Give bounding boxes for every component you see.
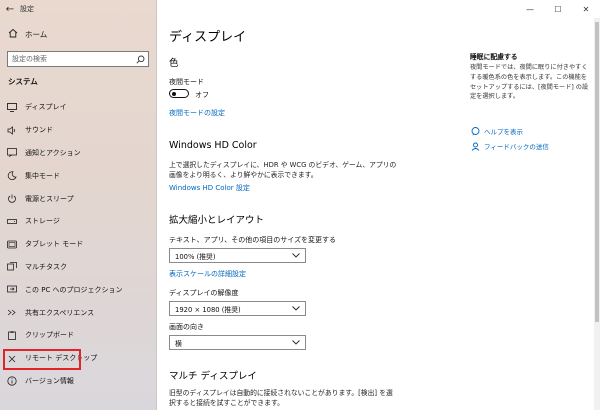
home-icon [6,28,20,41]
sidebar-item-label: クリップボード [25,331,74,340]
sidebar-item-label: マルチタスク [25,262,67,271]
moon-icon [6,171,18,181]
sidebar-item-label: リモート デスクトップ [25,354,98,363]
title-bar: ← 設定 [0,0,157,18]
scale-value: 100% (推奨) [175,252,216,261]
sidebar-item-power[interactable]: 電源とスリープ [0,187,157,210]
close-button[interactable]: ✕ [572,0,600,18]
minimize-button[interactable]: — [516,0,544,18]
color-heading: 色 [169,58,179,69]
night-light-label: 夜間モード [169,78,204,86]
window-controls: — ☐ ✕ [516,0,600,18]
speaker-icon [6,125,18,135]
maximize-icon: ☐ [554,4,562,14]
search-icon[interactable] [132,52,148,66]
projection-icon [6,285,18,294]
related-title: 睡眠に配慮する [470,53,518,61]
storage-icon [6,217,18,226]
window-title: 設定 [20,5,34,13]
sidebar-item-storage[interactable]: ストレージ [0,210,157,233]
search-box[interactable]: 設定の検索 [7,51,149,67]
sidebar-item-label: サウンド [25,126,53,135]
home-label: ホーム [25,29,48,39]
minimize-icon: — [526,4,534,14]
sidebar-item-remote-desktop[interactable]: リモート デスクトップ [0,347,157,370]
scale-heading: 拡大縮小とレイアウト [169,215,265,226]
night-light-state: オフ [195,91,209,99]
sidebar-item-label: バージョン情報 [25,376,74,385]
resolution-dropdown[interactable]: 1920 × 1080 (推奨) [169,301,306,316]
sidebar-item-label: タブレット モード [25,240,84,249]
feedback-icon [470,142,480,151]
help-chat-icon [470,126,480,136]
chevron-down-icon [292,252,300,260]
page-title: ディスプレイ [169,30,247,45]
display-icon [6,102,18,112]
sidebar-item-label: ディスプレイ [25,103,67,112]
scale-dropdown[interactable]: 100% (推奨) [169,248,306,263]
arrow-left-icon: ← [5,3,15,15]
sidebar-item-shared[interactable]: 共有エクスペリエンス [0,301,157,324]
scrollbar[interactable] [594,18,600,410]
sidebar-item-notifications[interactable]: 通知とアクション [0,142,157,165]
resolution-label: ディスプレイの解像度 [169,289,239,297]
sidebar-item-projection[interactable]: この PC へのプロジェクション [0,278,157,301]
sidebar-item-label: 通知とアクション [25,148,81,157]
power-icon [6,194,18,203]
help-link[interactable]: ヘルプを表示 [470,126,523,136]
sidebar: ← 設定 ホーム 設定の検索 システム ディスプレイ サウンド 通知とアクション [0,0,157,410]
sidebar-item-label: この PC へのプロジェクション [25,285,123,294]
orientation-value: 横 [175,339,182,348]
sidebar-item-sound[interactable]: サウンド [0,119,157,142]
feedback-link-label: フィードバックの送信 [484,143,549,151]
share-icon [6,308,18,317]
sidebar-item-display[interactable]: ディスプレイ [0,96,157,119]
multitask-icon [6,262,18,271]
orientation-label: 画面の向き [169,323,204,331]
chevron-down-icon [292,305,300,313]
multi-display-description: 旧型のディスプレイは自動的に接続されないことがあります。[検出] を選択すると接… [169,389,393,407]
night-light-settings-link[interactable]: 夜間モードの設定 [169,108,225,118]
remote-desktop-icon [6,354,18,363]
tablet-icon [6,240,18,249]
hdr-description: 上で選択したディスプレイに、HDR や WCG のビデオ、ゲーム、アプリの画像を… [169,161,397,179]
home-nav[interactable]: ホーム [0,25,157,43]
night-light-toggle[interactable] [169,89,189,98]
sidebar-item-label: 共有エクスペリエンス [25,308,95,317]
chevron-down-icon [292,339,300,347]
sidebar-item-about[interactable]: バージョン情報 [0,370,157,393]
sidebar-item-tablet[interactable]: タブレット モード [0,233,157,256]
sidebar-nav: ディスプレイ サウンド 通知とアクション 集中モード 電源とスリープ ストレージ… [0,96,157,392]
info-icon [6,376,18,386]
scale-label: テキスト、アプリ、その他の項目のサイズを変更する [169,236,337,244]
back-button[interactable]: ← [0,0,20,18]
hdr-settings-link[interactable]: Windows HD Color 設定 [169,183,250,193]
search-input[interactable]: 設定の検索 [8,54,132,64]
notification-icon [6,148,18,158]
sidebar-item-clipboard[interactable]: クリップボード [0,324,157,347]
related-description: 夜間モードでは、夜間に眠りに付きやすくする暖色系の色を表示します。この機能をセッ… [470,64,589,101]
close-icon: ✕ [582,4,590,14]
multi-display-heading: マルチ ディスプレイ [169,371,257,382]
help-link-label: ヘルプを表示 [484,128,523,136]
sidebar-item-label: 集中モード [25,171,60,180]
sidebar-item-multitask[interactable]: マルチタスク [0,256,157,279]
clipboard-icon [6,331,18,340]
main-content: — ☐ ✕ ディスプレイ 色 夜間モード オフ 夜間モードの設定 Windows… [157,0,600,410]
advanced-scaling-link[interactable]: 表示スケールの詳細設定 [169,269,246,279]
scrollbar-thumb[interactable] [595,22,599,322]
feedback-link[interactable]: フィードバックの送信 [470,141,549,151]
sidebar-item-focus[interactable]: 集中モード [0,164,157,187]
sidebar-item-label: ストレージ [25,217,60,226]
maximize-button[interactable]: ☐ [544,0,572,18]
section-heading: システム [8,77,38,86]
hdr-heading: Windows HD Color [169,140,257,151]
resolution-value: 1920 × 1080 (推奨) [175,305,241,314]
orientation-dropdown[interactable]: 横 [169,335,306,350]
sidebar-item-label: 電源とスリープ [25,194,74,203]
